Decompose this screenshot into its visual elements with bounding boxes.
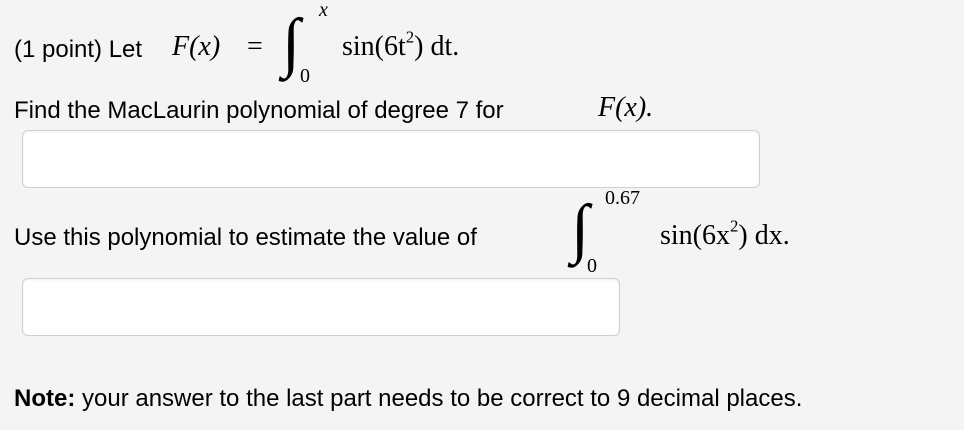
- find-prompt: Find the MacLaurin polynomial of degree …: [14, 97, 504, 124]
- integral-upper-limit: 0.67: [605, 187, 640, 209]
- integral-upper-limit: x: [319, 0, 328, 21]
- note-body: your answer to the last part needs to be…: [75, 385, 803, 412]
- integral-lower-limit: 0: [300, 65, 310, 87]
- note-text: Note: your answer to the last part needs…: [14, 387, 802, 411]
- equals-sign: =: [247, 31, 263, 62]
- maclaurin-answer-input[interactable]: [22, 130, 760, 188]
- integral-lower-limit: 0: [587, 255, 597, 277]
- note-label: Note:: [14, 385, 76, 412]
- estimate-prompt: Use this polynomial to estimate the valu…: [14, 224, 477, 251]
- function-lhs: F(x): [172, 31, 221, 62]
- integrand: sin(6t2) dt.: [342, 27, 460, 62]
- integrand: sin(6x2) dx.: [660, 216, 790, 251]
- estimate-answer-input[interactable]: [22, 278, 620, 336]
- integral-sign: ∫: [571, 192, 590, 265]
- integral-sign: ∫: [282, 6, 301, 79]
- find-function: F(x).: [598, 92, 654, 123]
- points-intro: (1 point) Let: [14, 36, 143, 63]
